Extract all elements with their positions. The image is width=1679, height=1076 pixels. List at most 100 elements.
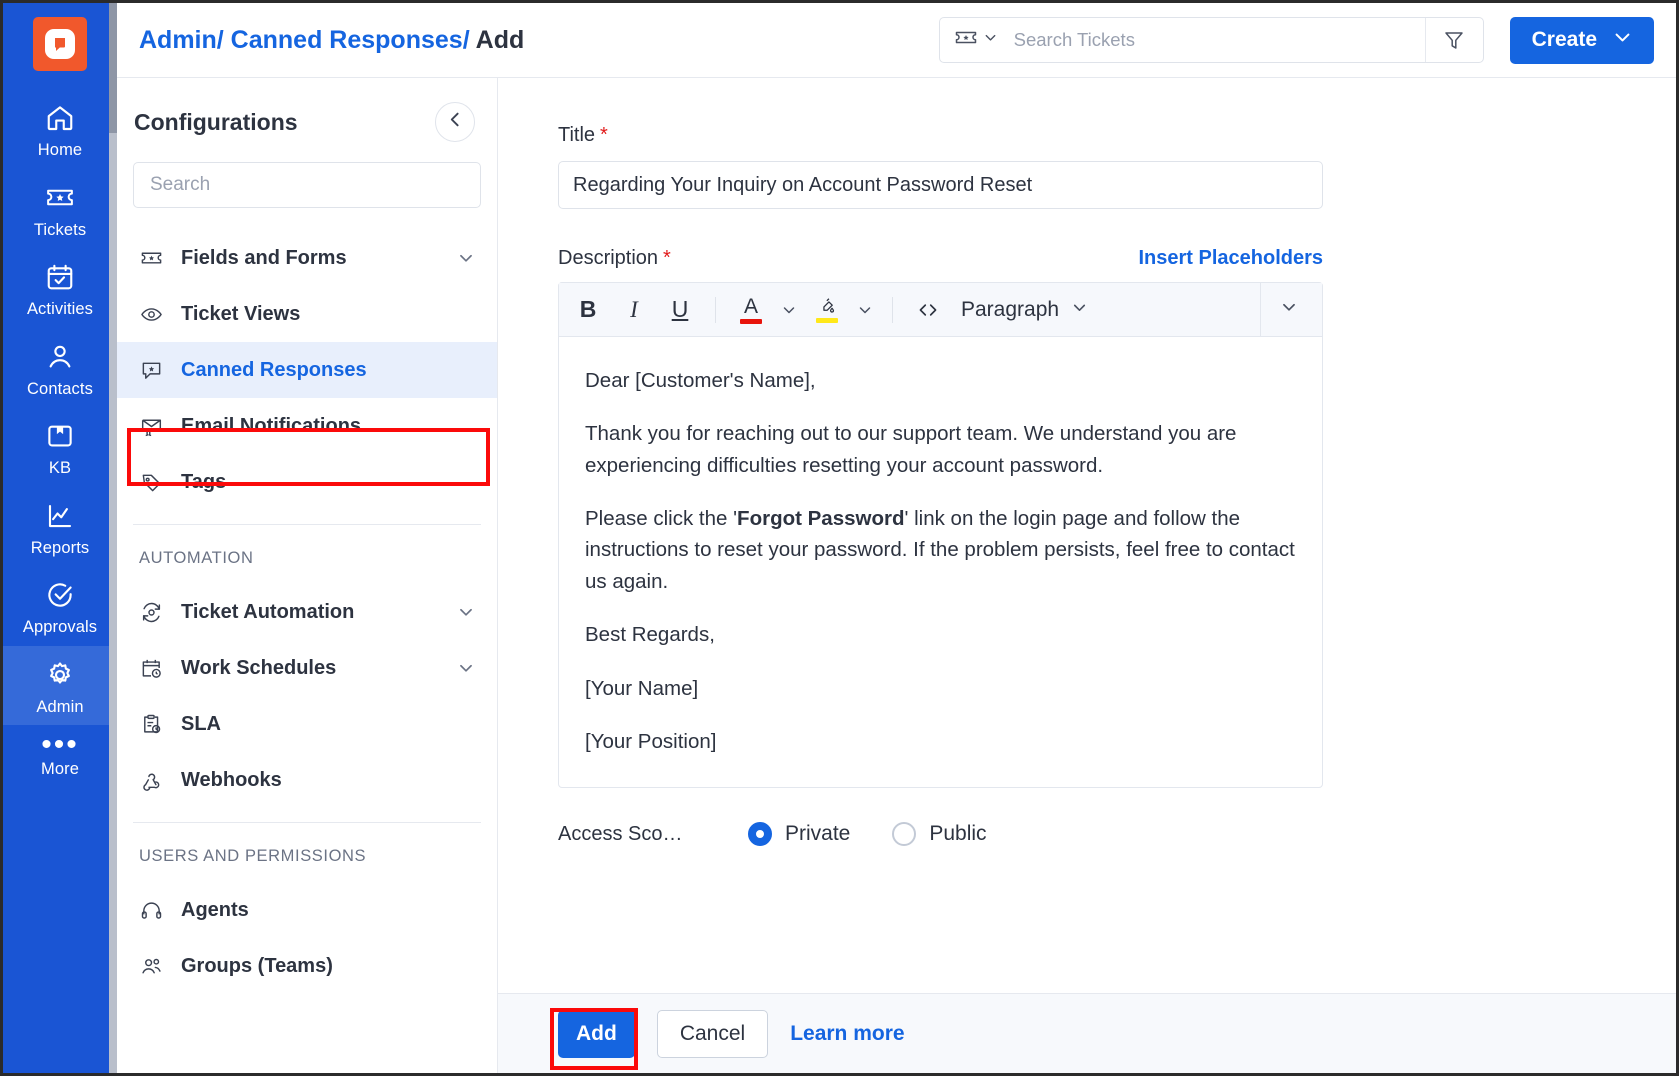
title-label-text: Title [558, 124, 596, 146]
breadcrumb-admin[interactable]: Admin [139, 26, 217, 54]
section-divider [133, 822, 481, 823]
paragraph-style-label: Paragraph [961, 297, 1060, 321]
config-item-ticket-views[interactable]: Ticket Views [117, 286, 497, 342]
content-area: Admin/ Canned Responses/ Add Search Tick… [117, 3, 1676, 1073]
clipboard-clock-icon [139, 712, 163, 736]
sidebar-item-label: Tickets [33, 220, 87, 239]
underline-button[interactable]: U [657, 287, 703, 333]
paragraph-style-dropdown[interactable]: Paragraph [951, 298, 1098, 322]
primary-nav-rail: Home Tickets Activities Contacts KB Repo… [3, 3, 117, 1073]
config-item-label: Webhooks [181, 768, 282, 791]
learn-more-link[interactable]: Learn more [790, 1022, 904, 1046]
breadcrumb-canned-responses[interactable]: Canned Responses [224, 26, 463, 54]
config-item-fields-and-forms[interactable]: Fields and Forms [117, 230, 497, 286]
eye-icon [139, 302, 163, 326]
sidebar-item-label: Reports [30, 538, 90, 557]
search-type-selector[interactable] [940, 18, 1008, 62]
sidebar-item-label: More [41, 759, 79, 778]
editor-paragraph: [Your Position] [585, 729, 717, 753]
text-color-dropdown-icon[interactable] [774, 287, 804, 333]
gear-icon [43, 658, 77, 692]
sidebar-item-approvals[interactable]: Approvals [3, 566, 117, 646]
sidebar-item-activities[interactable]: Activities [3, 248, 117, 328]
create-button-label: Create [1531, 28, 1597, 51]
editor-paragraph: [Your Name] [585, 676, 699, 700]
chevron-down-icon[interactable] [457, 249, 475, 267]
access-scope-row: Access Sco… Private Public [558, 822, 1323, 847]
form-footer: Add Cancel Learn more [498, 993, 1676, 1073]
create-button[interactable]: Create [1509, 16, 1654, 64]
search-input[interactable] [1007, 18, 1425, 62]
config-item-webhooks[interactable]: Webhooks [117, 752, 497, 808]
breadcrumb-separator: / [462, 25, 470, 54]
sidebar-item-admin[interactable]: Admin [3, 645, 117, 725]
chevron-down-icon [1613, 28, 1632, 53]
ticket-icon [139, 246, 163, 270]
automation-icon [139, 600, 163, 624]
collapse-panel-button[interactable] [435, 102, 475, 142]
config-item-agents[interactable]: Agents [117, 882, 497, 938]
webhook-icon [139, 768, 163, 792]
sidebar-item-contacts[interactable]: Contacts [3, 328, 117, 408]
config-item-canned-responses[interactable]: Canned Responses [117, 342, 497, 398]
editor-paragraph: Please click the 'Forgot Password' link … [585, 503, 1296, 597]
topbar-actions: Create [938, 16, 1654, 64]
sidebar-item-tickets[interactable]: Tickets [3, 169, 117, 249]
config-item-work-schedules[interactable]: Work Schedules [117, 640, 497, 696]
chevron-down-icon[interactable] [457, 603, 475, 621]
sidebar-item-label: Approvals [22, 618, 98, 636]
text-color-icon[interactable]: A [728, 287, 774, 333]
config-item-label: Agents [181, 898, 249, 921]
config-item-label: Ticket Views [181, 302, 301, 325]
highlight-color-dropdown-icon[interactable] [850, 287, 880, 333]
calendar-check-icon [43, 260, 77, 294]
access-scope-option-private[interactable]: Private [748, 822, 851, 847]
config-item-label: SLA [181, 712, 221, 735]
person-icon [43, 340, 77, 374]
configurations-panel: Configurations Search Fields and Forms T… [117, 78, 498, 1073]
sidebar-item-more[interactable]: ••• More [3, 725, 117, 787]
radio-public[interactable] [892, 822, 917, 847]
breadcrumb-current: Add [469, 25, 525, 54]
config-item-sla[interactable]: SLA [117, 696, 497, 752]
toolbar-divider [892, 296, 893, 323]
config-item-label: Ticket Automation [181, 600, 355, 623]
chevron-down-icon [983, 30, 998, 50]
config-item-tags[interactable]: Tags [117, 454, 497, 510]
app-logo-icon[interactable] [33, 17, 87, 71]
panel-title: Configurations [134, 108, 298, 135]
more-dots-icon: ••• [41, 728, 79, 761]
editor-text-before: Please click the ' [585, 507, 738, 531]
rail-scrollbar[interactable] [109, 3, 117, 1073]
editor-content[interactable]: Dear [Customer's Name], Thank you for re… [559, 337, 1322, 787]
config-item-ticket-automation[interactable]: Ticket Automation [117, 584, 497, 640]
access-scope-option-public[interactable]: Public [892, 822, 987, 847]
bold-button[interactable]: B [565, 287, 611, 333]
italic-button[interactable]: I [611, 287, 657, 333]
sidebar-item-home[interactable]: Home [3, 89, 117, 169]
home-icon [43, 101, 77, 135]
config-item-groups-teams[interactable]: Groups (Teams) [117, 938, 497, 994]
filter-icon[interactable] [1424, 18, 1483, 62]
insert-placeholders-link[interactable]: Insert Placeholders [1138, 247, 1323, 270]
chevron-down-icon[interactable] [457, 659, 475, 677]
title-input[interactable] [558, 161, 1323, 209]
check-circle-icon [43, 578, 77, 612]
description-field-label: Description * [558, 247, 671, 270]
body-split: Configurations Search Fields and Forms T… [117, 78, 1676, 1073]
cancel-button[interactable]: Cancel [656, 1009, 769, 1058]
top-bar: Admin/ Canned Responses/ Add Search Tick… [117, 3, 1676, 78]
config-item-label: Groups (Teams) [181, 954, 333, 977]
configurations-search [133, 162, 481, 208]
code-icon[interactable] [905, 287, 951, 333]
radio-label: Private [785, 822, 851, 846]
highlight-color-icon[interactable] [804, 287, 850, 333]
configurations-search-input[interactable] [150, 174, 464, 196]
sidebar-item-kb[interactable]: KB [3, 407, 117, 487]
toolbar-overflow-button[interactable] [1260, 283, 1316, 336]
config-item-email-notifications[interactable]: Email Notifications [117, 398, 497, 454]
canned-response-form: Title * Description * Insert Placeholder… [498, 78, 1676, 1073]
sidebar-item-reports[interactable]: Reports [3, 487, 117, 567]
radio-private[interactable] [748, 822, 772, 847]
add-button[interactable]: Add [558, 1009, 635, 1058]
